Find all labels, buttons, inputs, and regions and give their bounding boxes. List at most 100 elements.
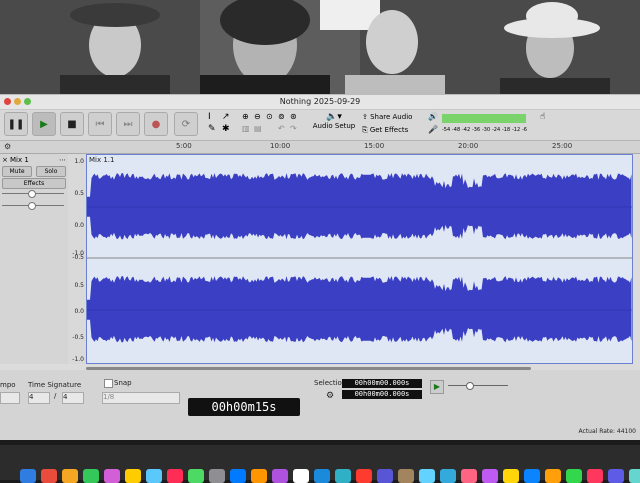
dock-app-icon[interactable] <box>566 469 582 483</box>
left-channel-waveform[interactable] <box>87 173 632 240</box>
dock-app-icon[interactable] <box>377 469 393 483</box>
selection-start[interactable]: 00h00m00.000s <box>342 379 422 388</box>
dock-app-icon[interactable] <box>524 469 540 483</box>
time-sig-numerator[interactable]: 4 <box>28 392 50 404</box>
window-title: Nothing 2025-09-29 <box>279 97 361 106</box>
get-effects-label: Get Effects <box>369 126 409 134</box>
tools-group: I ↗ ✎ ✱ <box>206 112 236 138</box>
effects-button[interactable]: Effects <box>2 178 66 189</box>
dock-app-icon[interactable] <box>482 469 498 483</box>
multi-tool-icon[interactable]: ✱ <box>222 124 230 134</box>
skip-start-button[interactable]: ⏮ <box>88 112 112 136</box>
share-audio-button[interactable]: ⇪ Share Audio <box>362 113 420 124</box>
amplitude-axis: 1.0 0.5 0.0 -0.5 -1.0 0.5 0.0 -0.5 -1.0 <box>68 154 86 364</box>
loop-button[interactable]: ⟳ <box>174 112 198 136</box>
dock-app-icon[interactable] <box>209 469 225 483</box>
dock-app-icon[interactable] <box>629 469 640 483</box>
dock-app-icon[interactable] <box>440 469 456 483</box>
dock-app-icon[interactable] <box>293 469 309 483</box>
solo-button[interactable]: Solo <box>36 166 66 177</box>
selection-end[interactable]: 00h00m00.000s <box>342 390 422 399</box>
track-header[interactable]: × Mix 1 ⋯ <box>0 156 68 164</box>
dock-app-icon[interactable] <box>104 469 120 483</box>
undo-icon[interactable]: ↶ <box>278 124 285 133</box>
close-icon[interactable] <box>4 98 11 105</box>
skip-start-icon: ⏮ <box>95 118 105 130</box>
timeline-ruler[interactable]: ⚙ 5:00 10:00 15:00 20:00 25:00 <box>0 141 640 154</box>
y-tick: 1.0 <box>74 158 84 165</box>
dock-app-icon[interactable] <box>608 469 624 483</box>
track-control-panel: × Mix 1 ⋯ Mute Solo Effects <box>0 154 69 364</box>
dock-app-icon[interactable] <box>62 469 78 483</box>
dock-app-icon[interactable] <box>188 469 204 483</box>
gain-slider-handle[interactable] <box>28 190 36 198</box>
dock-app-icon[interactable] <box>230 469 246 483</box>
track-menu-icon[interactable]: ⋯ <box>59 156 66 164</box>
dock-app-icon[interactable] <box>356 469 372 483</box>
timeline-settings-icon[interactable]: ⚙ <box>4 142 11 151</box>
envelope-tool-icon[interactable]: ↗ <box>222 112 230 122</box>
pan-slider-handle[interactable] <box>28 202 36 210</box>
snap-checkbox[interactable] <box>104 379 113 388</box>
track-name: Mix 1 <box>10 156 29 164</box>
pause-icon: ❚❚ <box>7 118 25 130</box>
zoom-out-icon[interactable]: ⊖ <box>254 112 261 121</box>
minimize-icon[interactable] <box>14 98 21 105</box>
dock-app-icon[interactable] <box>125 469 141 483</box>
get-effects-button[interactable]: ⎘ Get Effects <box>362 126 420 137</box>
zoom-toggle-icon[interactable]: ⊛ <box>290 112 297 121</box>
dock-app-icon[interactable] <box>314 469 330 483</box>
dock-app-icon[interactable] <box>461 469 477 483</box>
y-tick: 0.5 <box>74 190 84 197</box>
audio-setup-button[interactable]: 🔈▾ Audio Setup <box>312 112 356 138</box>
hand-cursor-icon: ☝ <box>540 112 546 122</box>
mute-button[interactable]: Mute <box>2 166 32 177</box>
time-sig-denominator[interactable]: 4 <box>62 392 84 404</box>
dock-app-icon[interactable] <box>272 469 288 483</box>
dock-app-icon[interactable] <box>41 469 57 483</box>
play-button[interactable]: ▶ <box>32 112 56 136</box>
dock-app-icon[interactable] <box>167 469 183 483</box>
meter-toolbar[interactable]: 🔊 🎤 -54 -48 -42 -36 -30 -24 -18 -12 -6 ☝ <box>428 112 548 138</box>
y-tick: -1.0 <box>72 356 84 363</box>
redo-icon[interactable]: ↷ <box>290 124 297 133</box>
playback-speed-handle[interactable] <box>466 382 474 390</box>
y-tick: -0.5 <box>72 334 84 341</box>
trim-icon[interactable]: ▥ <box>242 124 250 133</box>
ruler-tick: 5:00 <box>176 142 192 150</box>
right-channel-waveform[interactable] <box>87 276 632 343</box>
snap-dropdown[interactable]: 1/8 <box>102 392 180 404</box>
dock-app-icon[interactable] <box>251 469 267 483</box>
silence-icon[interactable]: ▤ <box>254 124 262 133</box>
dock-app-icon[interactable] <box>503 469 519 483</box>
close-track-icon[interactable]: × <box>2 156 8 164</box>
pause-button[interactable]: ❚❚ <box>4 112 28 136</box>
dock-app-icon[interactable] <box>83 469 99 483</box>
draw-tool-icon[interactable]: ✎ <box>208 124 216 134</box>
record-button[interactable]: ● <box>144 112 168 136</box>
zoom-in-icon[interactable]: ⊕ <box>242 112 249 121</box>
record-meter-icon: 🎤 <box>428 125 438 134</box>
play-at-speed-button[interactable]: ▶ <box>430 380 444 394</box>
waveform[interactable] <box>87 155 632 363</box>
dock-app-icon[interactable] <box>545 469 561 483</box>
playback-speed-slider[interactable] <box>448 385 508 386</box>
dock-app-icon[interactable] <box>335 469 351 483</box>
selection-settings-icon[interactable]: ⚙ <box>326 391 334 401</box>
stop-button[interactable]: ■ <box>60 112 84 136</box>
loop-icon: ⟳ <box>181 118 191 130</box>
dock-app-icon[interactable] <box>20 469 36 483</box>
skip-end-button[interactable]: ⏭ <box>116 112 140 136</box>
tempo-input[interactable] <box>0 392 20 404</box>
dock-app-icon[interactable] <box>419 469 435 483</box>
zoom-icon[interactable] <box>24 98 31 105</box>
y-tick: -1.0 <box>72 250 84 257</box>
audio-track[interactable]: Mix 1.1 <box>86 154 633 364</box>
dock-app-icon[interactable] <box>587 469 603 483</box>
dock-app-icon[interactable] <box>398 469 414 483</box>
fit-project-icon[interactable]: ⊚ <box>278 112 285 121</box>
time-display[interactable]: 00h00m15s <box>188 398 300 416</box>
selection-tool-icon[interactable]: I <box>208 112 211 122</box>
dock-app-icon[interactable] <box>146 469 162 483</box>
fit-selection-icon[interactable]: ⊙ <box>266 112 273 121</box>
